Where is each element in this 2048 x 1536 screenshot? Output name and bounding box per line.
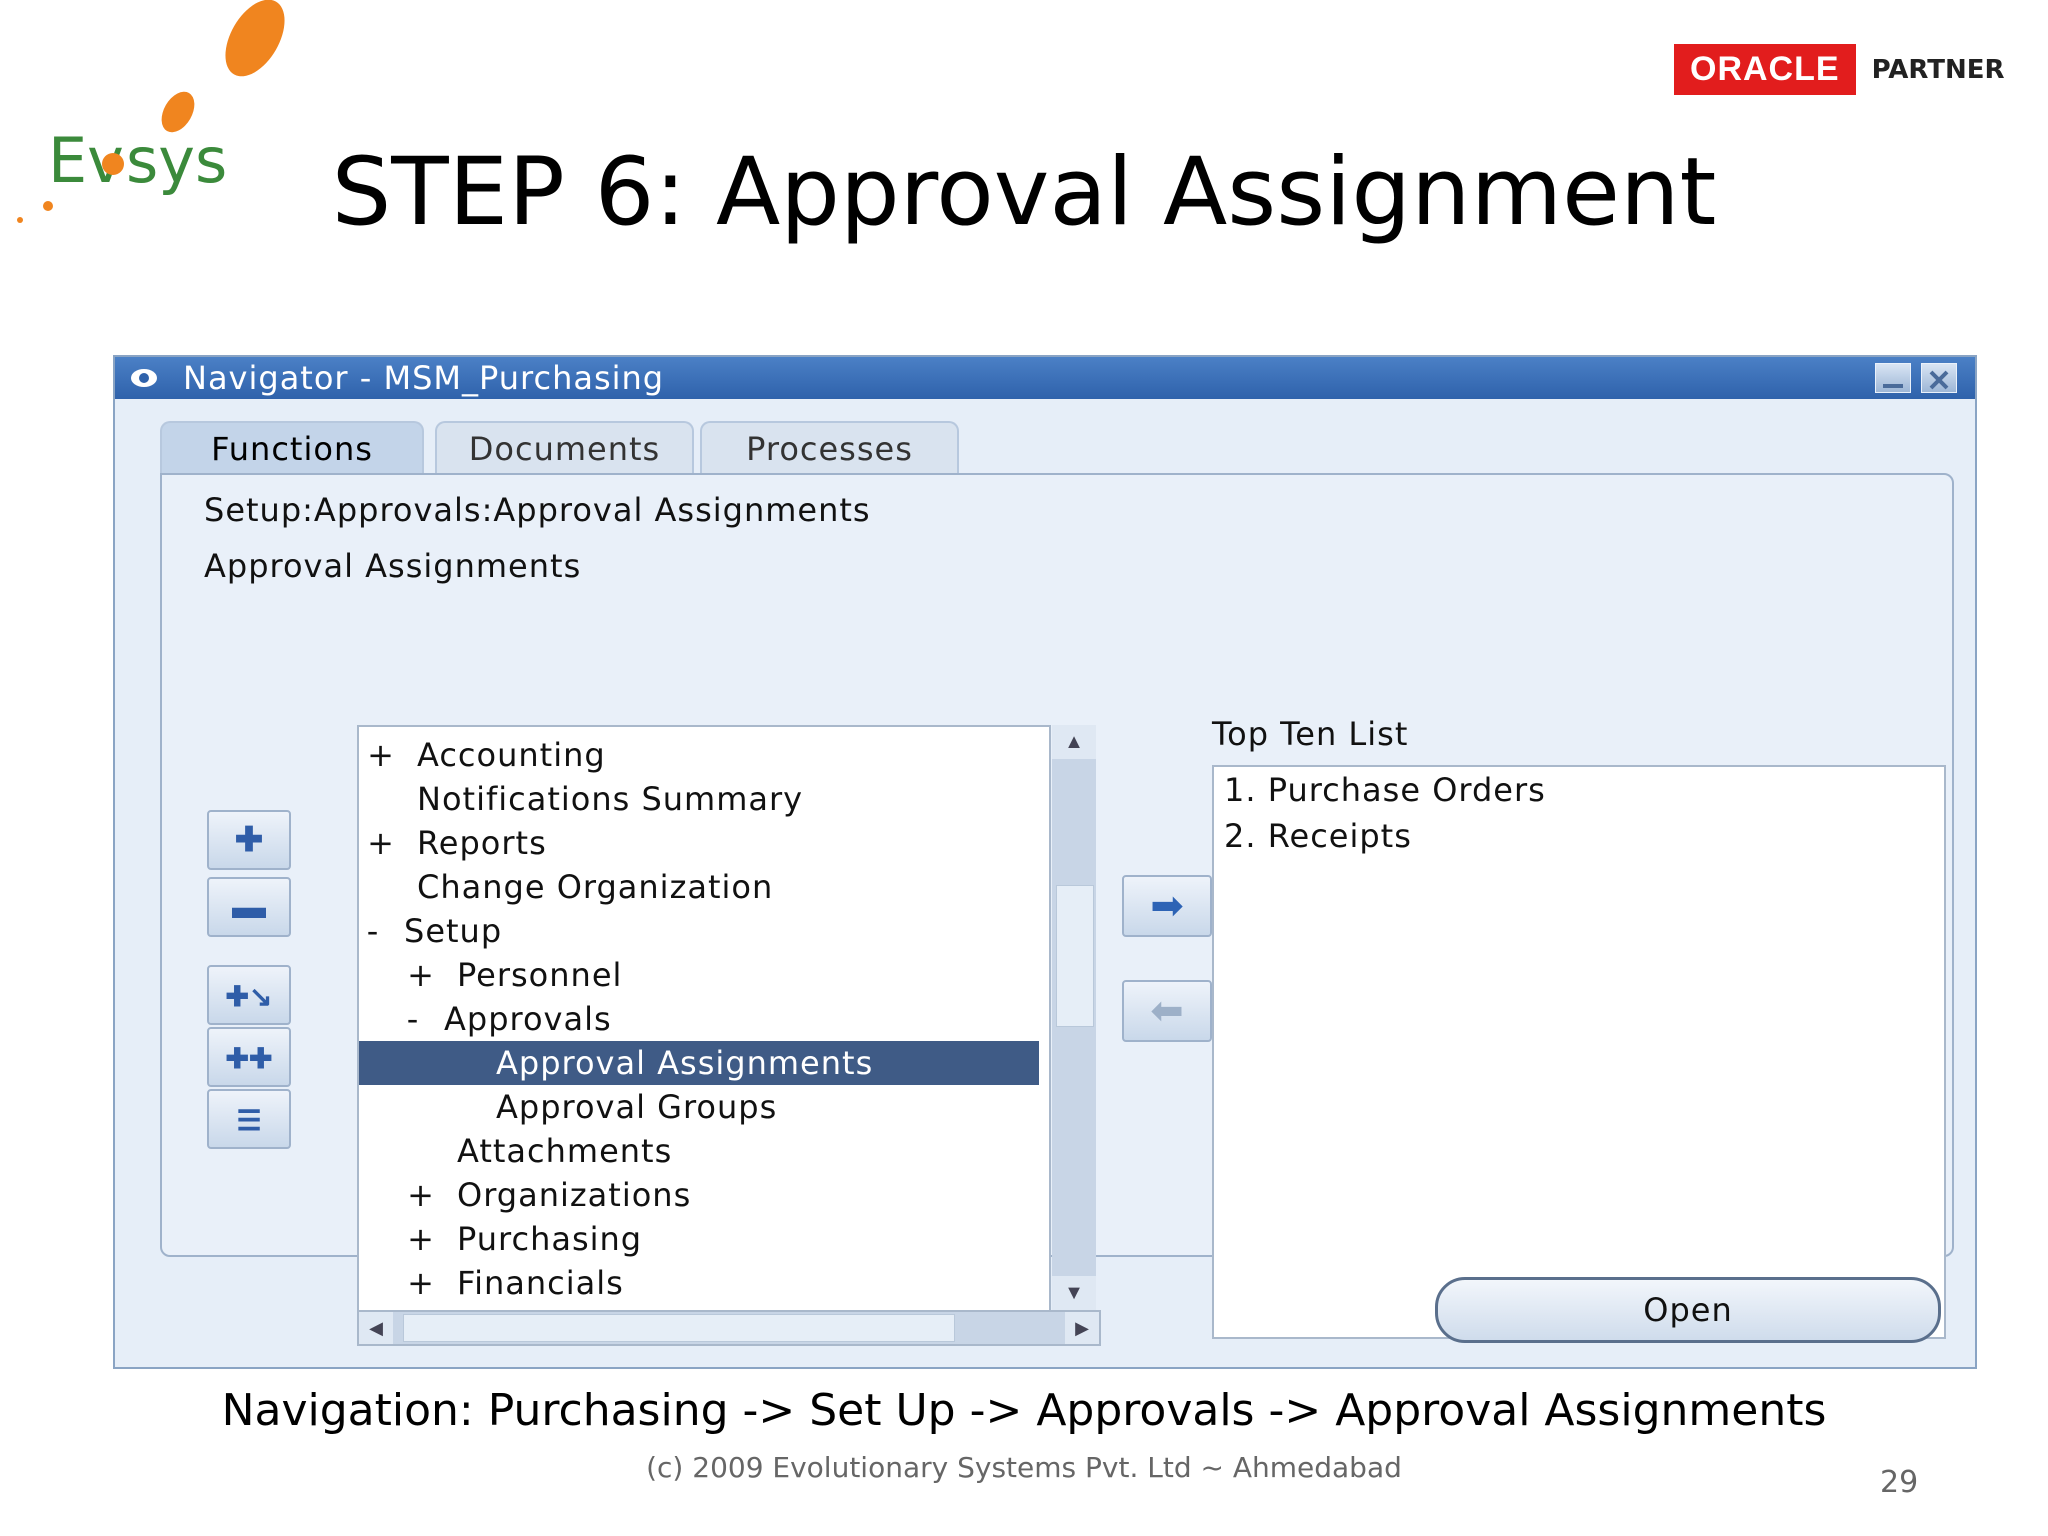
tree-item-attachments[interactable]: Attachments bbox=[359, 1129, 1039, 1173]
scroll-up-icon[interactable]: ▲ bbox=[1052, 725, 1096, 759]
oracle-partner-badge: ORACLE PARTNER bbox=[1674, 44, 2004, 95]
tab-processes[interactable]: Processes bbox=[700, 421, 959, 475]
tree-item-approval-groups[interactable]: Approval Groups bbox=[359, 1085, 1039, 1129]
tree-vertical-scrollbar[interactable]: ▲ ▼ bbox=[1052, 725, 1096, 1310]
expand-all-icon: ✚✚ bbox=[225, 1043, 273, 1074]
window-titlebar: Navigator - MSM_Purchasing bbox=[115, 357, 1975, 399]
functions-panel: Setup:Approvals:Approval Assignments App… bbox=[160, 473, 1954, 1346]
navigator-window: Navigator - MSM_Purchasing Functions Doc… bbox=[113, 355, 1977, 1369]
add-to-top-ten-button[interactable]: ➡ bbox=[1122, 875, 1212, 937]
tab-functions[interactable]: Functions bbox=[160, 421, 424, 475]
remove-from-top-ten-button[interactable]: ⬅ bbox=[1122, 980, 1212, 1042]
tree-item-purchasing[interactable]: + Purchasing bbox=[359, 1217, 1039, 1261]
close-icon bbox=[1929, 370, 1949, 390]
scroll-left-icon[interactable]: ◀ bbox=[359, 1312, 393, 1344]
collapse-all-icon: ☰ bbox=[236, 1105, 262, 1136]
expand-branch-button[interactable]: ✚↘ bbox=[207, 965, 291, 1025]
minimize-icon bbox=[1883, 384, 1903, 388]
plus-icon: ✚ bbox=[234, 821, 264, 859]
minimize-button[interactable] bbox=[1875, 363, 1911, 393]
copyright-footer: (c) 2009 Evolutionary Systems Pvt. Ltd ~… bbox=[646, 1451, 1402, 1484]
page-number: 29 bbox=[1880, 1465, 1919, 1500]
expand-button[interactable]: ✚ bbox=[207, 810, 291, 870]
function-tree[interactable]: + Accounting Notifications Summary + Rep… bbox=[357, 725, 1051, 1314]
tree-item-reports[interactable]: + Reports bbox=[359, 821, 1039, 865]
partner-label: PARTNER bbox=[1871, 54, 2005, 85]
window-title: Navigator - MSM_Purchasing bbox=[183, 359, 665, 397]
tree-item-approvals[interactable]: - Approvals bbox=[359, 997, 1039, 1041]
tree-horizontal-scrollbar[interactable]: ◀ ▶ bbox=[357, 1310, 1101, 1346]
scroll-thumb[interactable] bbox=[1056, 885, 1094, 1027]
scroll-right-icon[interactable]: ▶ bbox=[1065, 1312, 1099, 1344]
tree-item-setup[interactable]: - Setup bbox=[359, 909, 1039, 953]
tree-item-financials[interactable]: + Financials bbox=[359, 1261, 1039, 1305]
arrow-right-icon: ➡ bbox=[1150, 884, 1184, 928]
tree-item-organizations[interactable]: + Organizations bbox=[359, 1173, 1039, 1217]
slide-title: STEP 6: Approval Assignment bbox=[331, 138, 1717, 247]
top-ten-title: Top Ten List bbox=[1212, 715, 1409, 753]
app-icon bbox=[129, 363, 159, 393]
expand-branch-icon: ✚↘ bbox=[225, 981, 273, 1012]
oracle-logo: ORACLE bbox=[1674, 44, 1856, 95]
list-item[interactable]: 1. Purchase Orders bbox=[1224, 771, 1546, 809]
tab-documents[interactable]: Documents bbox=[435, 421, 694, 475]
tree-item-change-organization[interactable]: Change Organization bbox=[359, 865, 1039, 909]
expand-all-button[interactable]: ✚✚ bbox=[207, 1027, 291, 1087]
minus-icon: ▬ bbox=[232, 888, 266, 926]
close-button[interactable] bbox=[1921, 363, 1957, 393]
collapse-all-button[interactable]: ☰ bbox=[207, 1089, 291, 1149]
tree-item-accounting[interactable]: + Accounting bbox=[359, 733, 1039, 777]
arrow-left-icon: ⬅ bbox=[1150, 989, 1184, 1033]
hscroll-thumb[interactable] bbox=[403, 1314, 955, 1342]
scroll-down-icon[interactable]: ▼ bbox=[1052, 1276, 1096, 1310]
tree-item-personnel[interactable]: + Personnel bbox=[359, 953, 1039, 997]
navigation-caption: Navigation: Purchasing -> Set Up -> Appr… bbox=[221, 1385, 1827, 1436]
open-button[interactable]: Open bbox=[1435, 1277, 1941, 1343]
list-item[interactable]: 2. Receipts bbox=[1224, 817, 1412, 855]
collapse-button[interactable]: ▬ bbox=[207, 877, 291, 937]
tree-item-approval-assignments[interactable]: Approval Assignments bbox=[359, 1041, 1039, 1085]
top-ten-list[interactable]: 1. Purchase Orders 2. Receipts bbox=[1212, 765, 1946, 1339]
tree-item-notifications-summary[interactable]: Notifications Summary bbox=[359, 777, 1039, 821]
function-path: Setup:Approvals:Approval Assignments bbox=[204, 491, 871, 529]
selected-function-label: Approval Assignments bbox=[204, 547, 582, 585]
